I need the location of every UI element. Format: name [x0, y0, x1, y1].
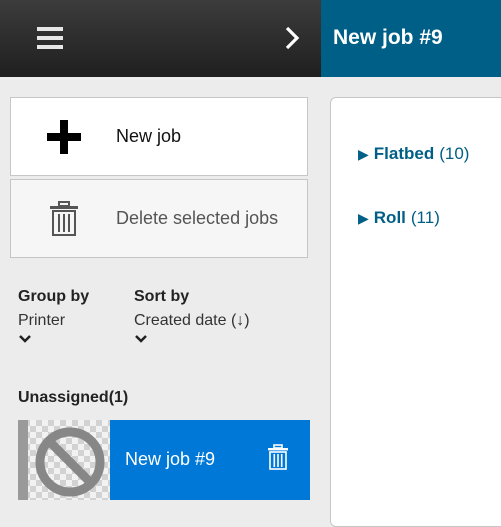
top-bar	[0, 0, 321, 77]
new-job-button[interactable]: New job	[10, 97, 308, 176]
chevron-right-icon	[285, 26, 300, 50]
group-by-dropdown[interactable]: Group by Printer	[18, 288, 128, 344]
trash-icon	[49, 200, 78, 236]
delete-selected-jobs-label: Delete selected jobs	[116, 208, 279, 228]
group-by-value: Printer	[18, 312, 66, 329]
hamburger-menu-button[interactable]	[30, 18, 70, 58]
category-item-roll[interactable]: ▶ Roll (11)	[358, 208, 440, 228]
delete-selected-jobs-button[interactable]: Delete selected jobs	[10, 179, 308, 258]
category-panel: ▶ Flatbed (10) ▶ Roll (11)	[330, 97, 501, 527]
hamburger-menu-icon	[37, 27, 63, 49]
expand-panel-button[interactable]	[274, 18, 310, 58]
category-name: Flatbed	[373, 144, 435, 163]
job-thumbnail	[18, 420, 110, 500]
no-preview-icon	[35, 427, 105, 497]
job-card[interactable]: New job #9	[18, 420, 310, 500]
plus-icon	[46, 119, 81, 154]
page-title: New job #9	[333, 26, 443, 49]
expand-triangle-icon: ▶	[358, 146, 369, 162]
new-job-label: New job	[116, 126, 182, 146]
sort-by-value: Created date (↓)	[134, 312, 250, 329]
sort-by-title: Sort by	[134, 288, 190, 305]
chevron-down-icon	[19, 335, 31, 343]
chevron-down-icon	[135, 335, 147, 343]
category-name: Roll	[373, 208, 406, 227]
trash-icon	[268, 444, 288, 470]
delete-job-button[interactable]	[267, 444, 289, 475]
expand-triangle-icon: ▶	[358, 210, 369, 226]
job-card-title: New job #9	[125, 449, 216, 469]
jobs-panel: New job Delete selected jobs Group by Pr…	[0, 77, 321, 513]
category-item-flatbed[interactable]: ▶ Flatbed (10)	[358, 144, 469, 164]
sort-by-dropdown[interactable]: Sort by Created date (↓)	[134, 288, 304, 344]
group-by-title: Group by	[18, 288, 90, 305]
job-header: New job #9	[321, 0, 501, 77]
category-count: (11)	[410, 208, 440, 227]
unassigned-section-title: Unassigned(1)	[18, 389, 129, 406]
category-count: (10)	[439, 144, 470, 163]
